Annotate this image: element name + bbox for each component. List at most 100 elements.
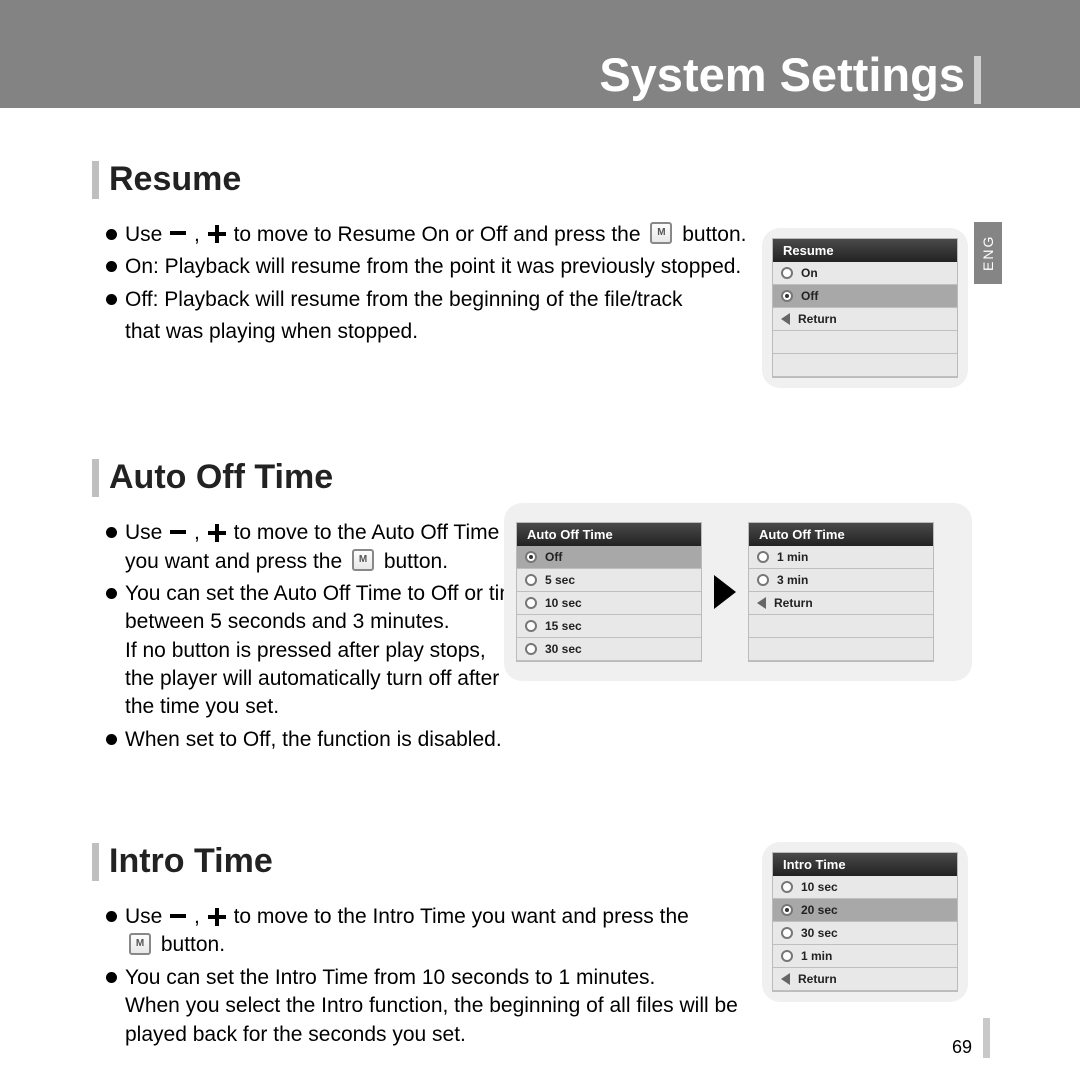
m-button-icon: M (650, 222, 672, 244)
arrow-right-icon (714, 575, 736, 609)
menu-screen: Resume On Off Return (772, 238, 958, 378)
radio-selected-icon (781, 904, 793, 916)
text: You can set the Intro Time from 10 secon… (125, 966, 655, 989)
bullet-dot-icon (106, 261, 117, 272)
section-bar-icon (92, 843, 99, 881)
bullet-dot-icon (106, 972, 117, 983)
section-bar-icon (92, 161, 99, 199)
menu-row-empty (749, 615, 933, 638)
section-header-resume: Resume (92, 160, 972, 199)
radio-selected-icon (781, 290, 793, 302)
corner-bar-icon (983, 1018, 990, 1058)
bullet-dot-icon (106, 294, 117, 305)
menu-row: 3 min (749, 569, 933, 592)
text: you want and press the (125, 550, 342, 573)
text: Use (125, 521, 162, 544)
text: button. (682, 223, 746, 246)
radio-icon (781, 881, 793, 893)
page-title: System Settings (599, 47, 965, 102)
return-arrow-icon (757, 597, 766, 609)
minus-icon (170, 530, 186, 534)
bullet-dot-icon (106, 734, 117, 745)
menu-header: Auto Off Time (749, 523, 933, 546)
bullet-dot-icon (106, 911, 117, 922)
menu-row-return: Return (773, 308, 957, 331)
text: button. (161, 933, 225, 956)
minus-icon (170, 231, 186, 235)
radio-icon (757, 574, 769, 586)
section-title: Intro Time (109, 842, 273, 881)
menu-row: Off (517, 546, 701, 569)
section-header-auto-off: Auto Off Time (92, 458, 972, 497)
text: Off: Playback will resume from the begin… (125, 286, 683, 314)
bullet-item: When set to Off, the function is disable… (106, 726, 972, 754)
menu-panel-resume: Resume On Off Return (762, 228, 968, 388)
menu-row: 10 sec (773, 876, 957, 899)
menu-header: Auto Off Time (517, 523, 701, 546)
menu-panel-intro: Intro Time 10 sec 20 sec 30 sec 1 min Re… (762, 842, 968, 1002)
text-continuation: played back for the seconds you set. (125, 1021, 738, 1049)
menu-screen-right: Auto Off Time 1 min 3 min Return (748, 522, 934, 662)
return-arrow-icon (781, 313, 790, 325)
menu-row: 30 sec (517, 638, 701, 661)
bullet-dot-icon (106, 229, 117, 240)
menu-row: 1 min (749, 546, 933, 569)
radio-icon (525, 643, 537, 655)
m-button-icon: M (352, 549, 374, 571)
radio-icon (781, 267, 793, 279)
radio-icon (525, 597, 537, 609)
menu-row-return: Return (773, 968, 957, 991)
menu-row-empty (773, 354, 957, 377)
language-tab: ENG (974, 222, 1002, 284)
menu-row: 20 sec (773, 899, 957, 922)
return-arrow-icon (781, 973, 790, 985)
section-title: Auto Off Time (109, 458, 333, 497)
text: to move to the Intro Time you want and p… (234, 905, 689, 928)
menu-row: 15 sec (517, 615, 701, 638)
radio-icon (525, 574, 537, 586)
menu-row-empty (773, 331, 957, 354)
text: to move to the Auto Off Time (234, 521, 500, 544)
text-continuation: between 5 seconds and 3 minutes. (125, 608, 529, 636)
menu-row: 30 sec (773, 922, 957, 945)
plus-icon (208, 225, 226, 243)
radio-icon (781, 927, 793, 939)
text: On: Playback will resume from the point … (125, 253, 741, 281)
text: to move to Resume On or Off and press th… (234, 223, 641, 246)
header-bar: System Settings (0, 0, 1080, 108)
menu-row: 5 sec (517, 569, 701, 592)
menu-screen-left: Auto Off Time Off 5 sec 10 sec 15 sec 30… (516, 522, 702, 662)
text-continuation: the time you set. (125, 693, 529, 721)
menu-panel-auto-off: Auto Off Time Off 5 sec 10 sec 15 sec 30… (504, 503, 972, 681)
text-continuation: the player will automatically turn off a… (125, 665, 529, 693)
menu-row-on: On (773, 262, 957, 285)
m-button-icon: M (129, 933, 151, 955)
menu-row: 10 sec (517, 592, 701, 615)
radio-icon (757, 551, 769, 563)
text: button. (384, 550, 448, 573)
section-bar-icon (92, 459, 99, 497)
minus-icon (170, 914, 186, 918)
text: When set to Off, the function is disable… (125, 726, 502, 754)
radio-icon (781, 950, 793, 962)
text: Use (125, 905, 162, 928)
text: Use (125, 223, 162, 246)
menu-screen: Intro Time 10 sec 20 sec 30 sec 1 min Re… (772, 852, 958, 992)
plus-icon (208, 908, 226, 926)
plus-icon (208, 524, 226, 542)
text: You can set the Auto Off Time to Off or … (125, 582, 529, 605)
text-continuation: When you select the Intro function, the … (125, 992, 738, 1020)
menu-row-empty (749, 638, 933, 661)
menu-row-off: Off (773, 285, 957, 308)
radio-selected-icon (525, 551, 537, 563)
radio-icon (525, 620, 537, 632)
title-divider (974, 56, 981, 104)
bullet-dot-icon (106, 527, 117, 538)
menu-header: Resume (773, 239, 957, 262)
section-title: Resume (109, 160, 241, 199)
text-continuation: If no button is pressed after play stops… (125, 637, 529, 665)
menu-row-return: Return (749, 592, 933, 615)
bullet-dot-icon (106, 588, 117, 599)
menu-row: 1 min (773, 945, 957, 968)
menu-header: Intro Time (773, 853, 957, 876)
